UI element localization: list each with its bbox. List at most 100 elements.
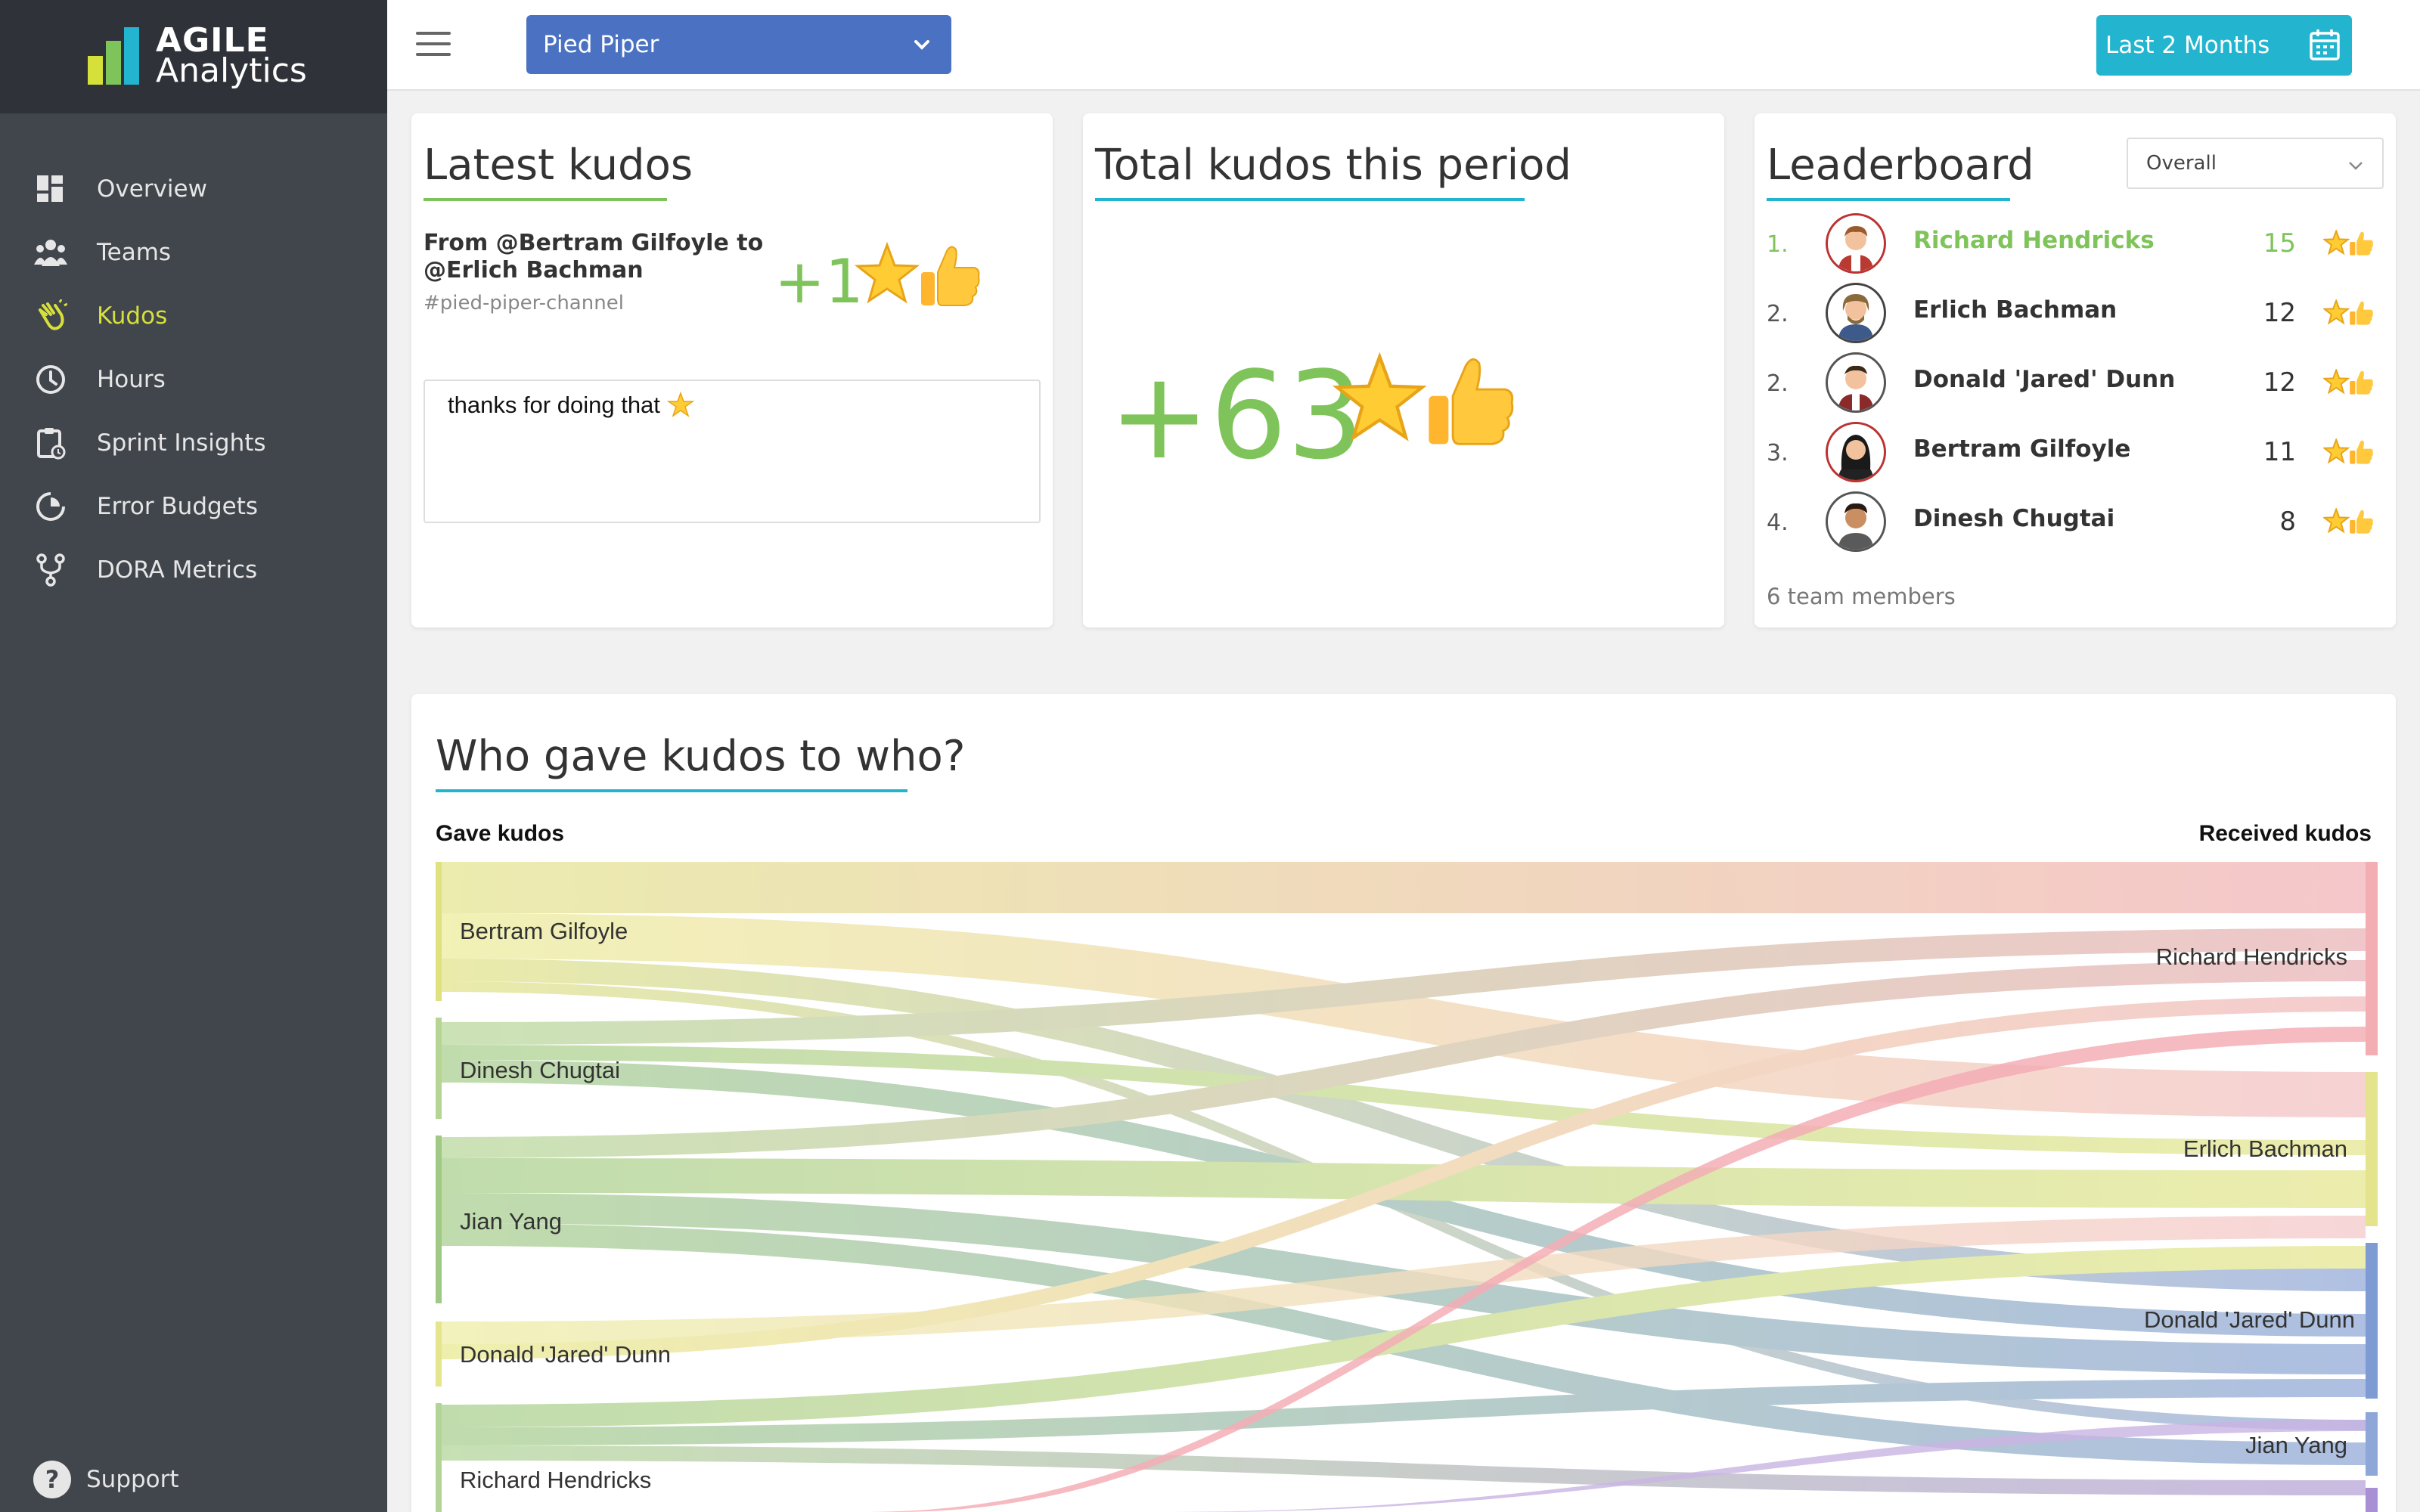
sidebar-item-label: Teams xyxy=(97,239,172,266)
giver-label: Dinesh Chugtai xyxy=(460,1057,620,1083)
star-thumbs-up-icon xyxy=(854,241,983,313)
title-underline xyxy=(1767,198,2010,201)
node-richard-hendricks-giver[interactable] xyxy=(436,1403,442,1512)
total-kudos-value: +63 xyxy=(1109,345,1364,486)
leaderboard-name[interactable]: Richard Hendricks xyxy=(1913,227,2155,254)
card-title: Latest kudos xyxy=(424,141,693,190)
topbar: Pied Piper Last 2 Months xyxy=(387,0,2420,91)
sidebar: AGILE Analytics Overview Teams Kudos Hou… xyxy=(0,0,387,1512)
card-title: Who gave kudos to who? xyxy=(436,732,966,781)
fork-icon xyxy=(33,553,68,587)
title-underline xyxy=(1095,198,1525,201)
sidebar-item-kudos[interactable]: Kudos xyxy=(0,284,387,348)
clipboard-icon xyxy=(33,426,68,460)
sidebar-item-teams[interactable]: Teams xyxy=(0,221,387,284)
chevron-down-icon xyxy=(2349,162,2363,170)
leaderboard-name[interactable]: Bertram Gilfoyle xyxy=(1913,435,2130,463)
logo[interactable]: AGILE Analytics xyxy=(0,0,387,113)
leaderboard-filter-value: Overall xyxy=(2146,152,2217,175)
clock-icon xyxy=(33,362,68,397)
support-label: Support xyxy=(86,1466,179,1493)
star-thumbs-up-icon xyxy=(2323,369,2373,395)
card-title: Total kudos this period xyxy=(1095,141,1571,190)
sidebar-item-label: DORA Metrics xyxy=(97,556,258,584)
kudos-message-text: thanks for doing that xyxy=(448,392,660,418)
giver-label: Donald 'Jared' Dunn xyxy=(460,1341,671,1368)
title-underline xyxy=(424,198,667,201)
chevron-down-icon xyxy=(914,40,929,50)
leaderboard-row: 4. Dinesh Chugtai 8 xyxy=(1767,488,2384,553)
period-button[interactable]: Last 2 Months xyxy=(2096,15,2352,76)
kudos-flows xyxy=(440,862,2366,1512)
kudos-sankey-diagram: Bertram Gilfoyle Dinesh Chugtai Jian Yan… xyxy=(436,862,2378,1512)
node-purple-receiver[interactable] xyxy=(2366,1488,2378,1512)
sidebar-item-label: Sprint Insights xyxy=(97,429,266,457)
node-erlich-bachman[interactable] xyxy=(2366,1072,2378,1226)
star-thumbs-up-icon xyxy=(2323,508,2373,534)
support-button[interactable]: ? Support xyxy=(33,1461,179,1498)
receiver-label: Richard Hendricks xyxy=(2156,943,2347,970)
leaderboard-count: 11 xyxy=(2263,437,2296,467)
kudos-amount: +1 xyxy=(774,246,864,317)
leaderboard-count: 12 xyxy=(2263,367,2296,398)
kudos-flow-card: Bertram Gilfoyle Dinesh Chugtai Jian Yan… xyxy=(411,694,2396,1512)
receiver-label: Erlich Bachman xyxy=(2183,1136,2347,1162)
giver-label: Bertram Gilfoyle xyxy=(460,918,628,944)
help-icon: ? xyxy=(33,1461,71,1498)
leaderboard-name[interactable]: Donald 'Jared' Dunn xyxy=(1913,366,2175,393)
total-kudos-card: Total kudos this period +63 xyxy=(1083,113,1724,627)
sidebar-item-dora-metrics[interactable]: DORA Metrics xyxy=(0,538,387,602)
giver-label: Richard Hendricks xyxy=(460,1467,651,1493)
star-icon xyxy=(666,391,694,417)
node-jian-yang[interactable] xyxy=(436,1136,442,1303)
node-jared-dunn-receiver[interactable] xyxy=(2366,1243,2378,1399)
sidebar-item-error-budgets[interactable]: Error Budgets xyxy=(0,475,387,538)
leaderboard-row: 3. Bertram Gilfoyle 11 xyxy=(1767,419,2384,484)
node-jian-yang-receiver[interactable] xyxy=(2366,1412,2378,1476)
kudos-channel: #pied-piper-channel xyxy=(424,292,624,314)
project-select[interactable]: Pied Piper xyxy=(526,15,951,74)
title-underline xyxy=(436,789,908,792)
leaderboard-name[interactable]: Dinesh Chugtai xyxy=(1913,505,2114,532)
logo-bars-icon xyxy=(88,27,142,85)
receiver-label: Donald 'Jared' Dunn xyxy=(2144,1306,2355,1333)
sidebar-item-hours[interactable]: Hours xyxy=(0,348,387,411)
calendar-icon xyxy=(2310,29,2340,60)
period-label: Last 2 Months xyxy=(2105,32,2270,59)
leaderboard-filter-select[interactable]: Overall xyxy=(2127,138,2384,189)
team-member-count: 6 team members xyxy=(1767,584,1956,609)
leaderboard-count: 15 xyxy=(2263,228,2296,259)
leaderboard-count: 8 xyxy=(2279,507,2296,537)
kudos-message: thanks for doing that xyxy=(424,380,1041,523)
gave-kudos-header: Gave kudos xyxy=(436,821,565,846)
latest-kudos-card: Latest kudos From @Bertram Gilfoyle to @… xyxy=(411,113,1053,627)
leaderboard-name[interactable]: Erlich Bachman xyxy=(1913,296,2117,324)
sidebar-item-sprint-insights[interactable]: Sprint Insights xyxy=(0,411,387,475)
gauge-icon xyxy=(33,489,68,524)
sidebar-item-label: Kudos xyxy=(97,302,168,330)
sidebar-item-label: Hours xyxy=(97,366,166,393)
received-kudos-header: Received kudos xyxy=(2198,821,2372,846)
star-thumbs-up-icon xyxy=(2323,230,2373,256)
menu-icon[interactable] xyxy=(416,32,451,57)
receiver-label: Jian Yang xyxy=(2245,1432,2347,1458)
avatar xyxy=(1826,213,1886,274)
node-dinesh-chugtai[interactable] xyxy=(436,1018,442,1119)
teams-icon xyxy=(33,235,68,270)
sidebar-item-label: Overview xyxy=(97,175,207,203)
node-bertram-gilfoyle[interactable] xyxy=(436,862,442,1001)
star-thumbs-up-icon xyxy=(2323,438,2373,464)
giver-label: Jian Yang xyxy=(460,1208,562,1235)
node-jared-dunn[interactable] xyxy=(436,1321,442,1387)
leaderboard-count: 12 xyxy=(2263,298,2296,328)
node-richard-hendricks-receiver[interactable] xyxy=(2366,862,2378,1055)
dashboard-icon xyxy=(33,172,68,206)
star-thumbs-up-icon xyxy=(1329,352,1522,454)
leaderboard-row: 1. Richard Hendricks 15 xyxy=(1767,210,2384,275)
sidebar-item-overview[interactable]: Overview xyxy=(0,157,387,221)
flow-gilfoyle-richard xyxy=(440,862,2366,913)
star-thumbs-up-icon xyxy=(2323,299,2373,325)
sidebar-item-label: Error Budgets xyxy=(97,493,259,520)
leaderboard-rank: 1. xyxy=(1767,231,1789,258)
avatar xyxy=(1826,352,1886,413)
